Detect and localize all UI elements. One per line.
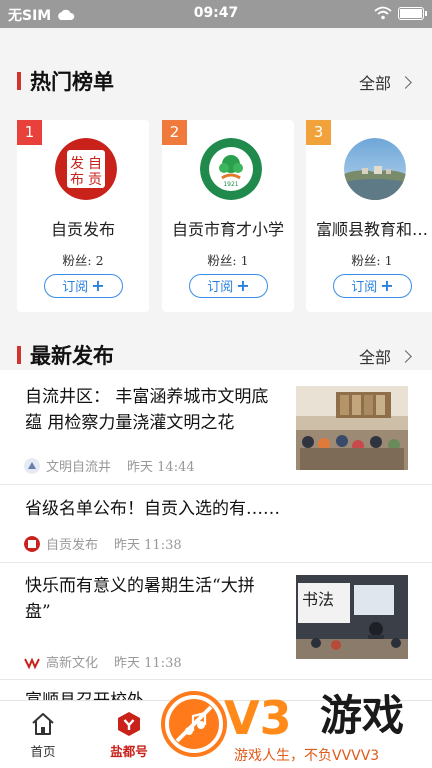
news-headline: 快乐而有意义的暑期生活“大拼 盘” — [25, 573, 255, 625]
battery-icon — [398, 6, 427, 20]
account-name: 富顺县教育和… — [315, 220, 428, 239]
svg-text:布: 布 — [70, 172, 84, 188]
subscribe-button[interactable]: 订阅 + — [333, 274, 412, 298]
latest-section-header: 最新发布 全部 — [0, 334, 432, 374]
news-meta: 高新文化 昨天 11:38 — [24, 652, 182, 671]
site-watermark: V3 游戏 游戏人生，不负VVVV3 — [158, 680, 432, 768]
headline-line: 省级名单公布！自贡入选的有…… — [25, 499, 280, 519]
home-icon — [32, 713, 54, 735]
plus-icon: + — [91, 276, 105, 295]
headline-line: 快乐而有意义的暑期生活“大拼 — [25, 576, 255, 596]
hot-card[interactable]: 2 1921 自贡市育才小学 粉丝: 1 订阅 + — [162, 120, 294, 312]
watermark-brand-cn: 游戏 — [320, 691, 404, 740]
news-meta: 自贡发布 昨天 11:38 — [24, 534, 182, 553]
wifi-icon — [374, 6, 392, 20]
account-name: 自贡市育才小学 — [171, 220, 284, 239]
hot-section-title: 热门榜单 — [30, 69, 114, 94]
rank-badge: 3 — [306, 120, 331, 145]
subscribe-label: 订阅 — [207, 280, 234, 295]
logo-year: 1921 — [223, 181, 238, 188]
svg-text:贡: 贡 — [88, 172, 102, 188]
headline-line: 盘” — [25, 602, 51, 622]
tab-home[interactable]: 首页 — [13, 711, 73, 760]
subscribe-button[interactable]: 订阅 + — [189, 274, 268, 298]
news-thumbnail — [296, 386, 408, 470]
news-source: 高新文化 — [46, 656, 99, 671]
watermark-brand: V3 — [224, 691, 292, 745]
news-headline: 自流井区： 丰富涵养城市文明底 蕴 用检察力量浇灌文明之花 — [25, 384, 268, 436]
headline-line: 自流井区： 丰富涵养城市文明底 — [25, 387, 269, 407]
view-all-label: 全部 — [358, 348, 391, 367]
list-item[interactable]: 快乐而有意义的暑期生活“大拼 盘” 高新文化 昨天 11:38 书法 — [0, 563, 432, 680]
source-avatar-icon — [24, 656, 40, 669]
news-time: 昨天 11:38 — [114, 538, 182, 553]
view-all-label: 全部 — [358, 74, 391, 93]
news-time: 昨天 14:44 — [127, 460, 195, 475]
status-right — [374, 6, 427, 20]
news-source: 自贡发布 — [46, 538, 99, 553]
rank-badge: 1 — [17, 120, 42, 145]
news-headline: 省级名单公布！自贡入选的有…… — [25, 496, 280, 522]
subscribe-button[interactable]: 订阅 + — [44, 274, 123, 298]
svg-text:发: 发 — [70, 156, 84, 172]
svg-text:自: 自 — [88, 156, 102, 172]
section-accent-bar — [17, 72, 21, 90]
latest-section-title: 最新发布 — [30, 343, 114, 368]
chevron-right-icon — [399, 75, 412, 89]
plus-icon: + — [380, 276, 394, 295]
account-name: 自贡发布 — [50, 220, 115, 239]
rank-badge: 2 — [162, 120, 187, 145]
headline-line: 富顺县召开校外 — [25, 688, 144, 700]
chevron-right-icon — [399, 349, 412, 363]
news-headline: 富顺县召开校外 — [25, 688, 144, 700]
tab-home-label: 首页 — [30, 744, 56, 759]
account-logo: 发 自 布 贡 — [55, 138, 117, 200]
account-logo: 1921 — [200, 138, 262, 200]
account-logo — [344, 138, 406, 200]
tab-yandu-label: 盐都号 — [110, 744, 148, 759]
subscribe-label: 订阅 — [62, 280, 89, 295]
hot-card[interactable]: 1 发 自 布 贡 自贡发布 粉丝: 2 订阅 + — [17, 120, 149, 312]
news-time: 昨天 11:38 — [114, 656, 182, 671]
status-time: 09:47 — [193, 5, 239, 21]
news-source: 文明自流井 — [46, 460, 112, 475]
fans-count: 粉丝: 1 — [207, 253, 249, 268]
hot-section-header: 热门榜单 全部 — [0, 60, 432, 100]
hot-view-all-link[interactable]: 全部 — [358, 70, 412, 94]
tab-yandu[interactable]: 盐都号 — [99, 711, 159, 760]
news-thumbnail: 书法 — [296, 575, 408, 659]
yandu-hexagon-icon — [118, 712, 140, 736]
list-item[interactable]: 自流井区： 丰富涵养城市文明底 蕴 用检察力量浇灌文明之花 文明自流井 昨天 1… — [0, 370, 432, 485]
fans-count: 粉丝: 2 — [62, 253, 104, 268]
list-item[interactable]: 省级名单公布！自贡入选的有…… 自贡发布 昨天 11:38 — [0, 485, 432, 563]
headline-line: 蕴 用检察力量浇灌文明之花 — [25, 413, 235, 433]
hot-card[interactable]: 3 富顺县教育和… 粉丝: 1 订阅 + — [306, 120, 432, 312]
thumbnail-caption: 书法 — [302, 590, 334, 609]
subscribe-label: 订阅 — [351, 280, 378, 295]
section-accent-bar — [17, 346, 21, 364]
news-list: 自流井区： 丰富涵养城市文明底 蕴 用检察力量浇灌文明之花 文明自流井 昨天 1… — [0, 370, 432, 700]
plus-icon: + — [236, 276, 250, 295]
latest-view-all-link[interactable]: 全部 — [358, 344, 412, 368]
news-meta: 文明自流井 昨天 14:44 — [24, 456, 195, 475]
fans-count: 粉丝: 1 — [351, 253, 393, 268]
hot-cards-row[interactable]: 1 发 自 布 贡 自贡发布 粉丝: 2 订阅 + 2 1921 自贡市育才小学… — [17, 120, 432, 312]
status-bar: 无SIM 09:47 — [0, 0, 432, 28]
source-avatar-icon — [24, 535, 40, 552]
watermark-slogan: 游戏人生，不负VVVV3 — [234, 748, 379, 764]
source-avatar-icon — [24, 457, 40, 474]
